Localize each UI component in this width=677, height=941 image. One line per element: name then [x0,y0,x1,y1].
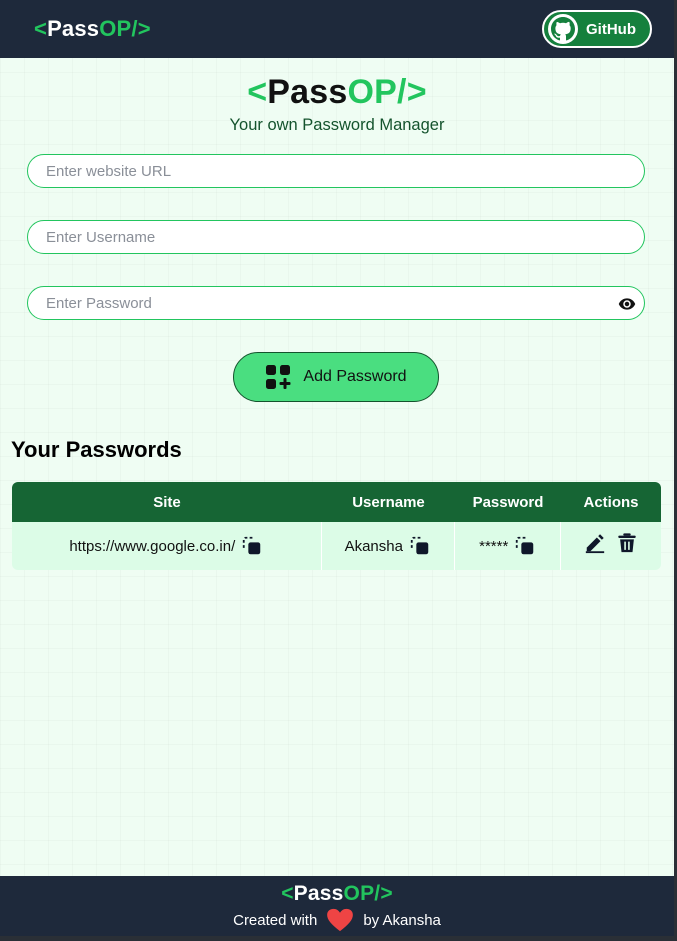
copy-icon[interactable] [241,535,263,557]
app-window: < Pass OP/> GitHub < Pass OP/> Your own Pass… [0,0,674,936]
passwords-title: Your Passwords [11,437,182,462]
hero-subtitle: Your own Password Manager [229,116,445,134]
footer-logo: < Pass OP/> [281,882,393,906]
logo-gt: > [137,16,151,41]
header-site: Site [153,493,181,511]
github-label: GitHub [586,20,636,38]
username-field [27,220,645,254]
password-field [27,286,645,320]
footer-logo-lt: < [281,882,294,905]
add-grid-icon [266,365,291,389]
by-author-text: by Akansha [363,911,441,929]
github-icon [548,14,578,44]
url-input[interactable] [44,161,628,181]
passwords-table: Site Username Password Actions https://w… [12,482,661,570]
username-input[interactable] [44,227,628,247]
copy-icon[interactable] [514,535,536,557]
cell-site: https://www.google.co.in/ [12,522,322,570]
table-row: https://www.google.co.in/ Akansha ***** [12,522,661,570]
cell-username: Akansha [322,522,455,570]
hero-logo: < Pass OP/> [0,73,674,112]
password-value: ***** [479,537,509,555]
header-password: Password [472,493,544,511]
url-field [27,154,645,188]
site-value[interactable]: https://www.google.co.in/ [69,538,235,555]
hero-logo-pass: Pass [267,73,348,111]
eye-icon[interactable] [618,295,636,313]
navbar: < Pass OP/> GitHub [0,0,674,58]
delete-icon[interactable] [616,532,638,554]
logo-pass: Pass [47,16,100,41]
logo-lt: < [34,16,48,41]
copy-icon[interactable] [409,535,431,557]
created-with-text: Created with [233,911,318,929]
hero-logo-lt: < [247,73,268,111]
hero-logo-gt: > [406,73,427,111]
hero-logo-op: OP/ [347,73,407,111]
add-password-button[interactable]: Add Password [233,352,439,402]
footer-logo-gt: > [380,882,393,905]
cell-actions [561,522,661,570]
footer-logo-op: OP/ [343,882,381,905]
footer-credit: Created with by Akansha [233,908,441,932]
heart-icon [327,908,354,932]
footer: < Pass OP/> Created with by Akansha [0,876,674,936]
username-value: Akansha [344,537,403,555]
edit-icon[interactable] [584,532,606,554]
github-button[interactable]: GitHub [542,10,652,48]
password-input[interactable] [44,293,628,313]
nav-logo[interactable]: < Pass OP/> [34,16,151,42]
logo-op: OP/ [99,16,138,41]
cell-password: ***** [455,522,562,570]
header-actions: Actions [583,493,639,511]
add-password-label: Add Password [303,368,407,385]
footer-logo-pass: Pass [293,882,344,905]
table-header: Site Username Password Actions [12,482,661,522]
header-username: Username [352,493,425,511]
